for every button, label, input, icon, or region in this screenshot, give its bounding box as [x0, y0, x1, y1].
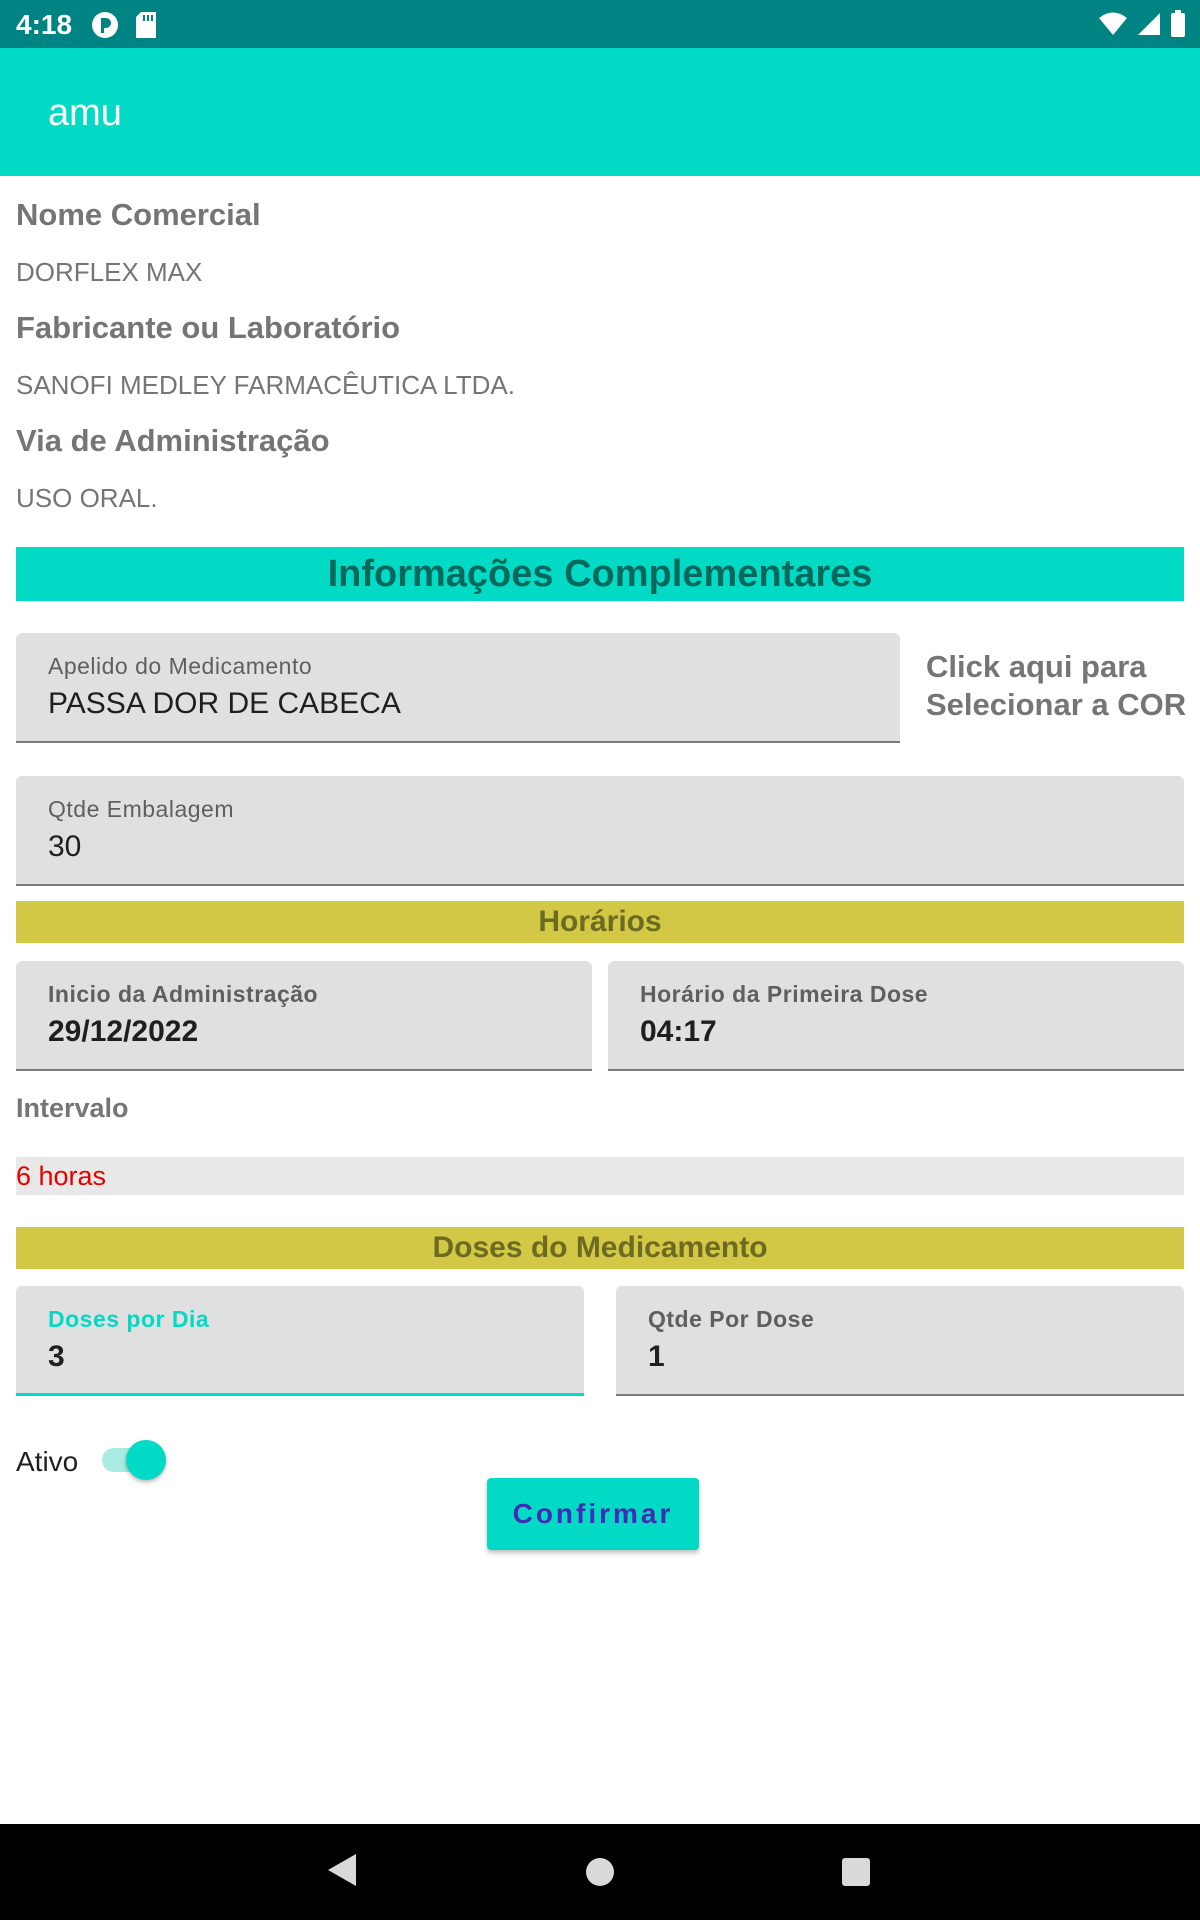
notification-icon	[90, 10, 120, 45]
nickname-label: Apelido do Medicamento	[48, 653, 313, 679]
sd-card-icon	[134, 10, 158, 45]
package-qty-field[interactable]: Qtde Embalagem 30	[16, 776, 1184, 886]
start-date-label: Inicio da Administração	[48, 981, 319, 1007]
confirm-button[interactable]: Confirmar	[487, 1478, 699, 1550]
start-date-field[interactable]: Inicio da Administração 29/12/2022	[16, 961, 592, 1071]
active-label: Ativo	[16, 1446, 79, 1477]
color-picker-text-line1: Click aqui para	[926, 649, 1147, 684]
schedule-section-header: Horários	[16, 901, 1184, 943]
qty-per-dose-input[interactable]: 1	[648, 1340, 665, 1374]
doses-per-day-input[interactable]: 3	[48, 1340, 65, 1374]
nickname-input[interactable]: PASSA DOR DE CABECA	[48, 687, 401, 721]
color-picker-text-line2: Selecionar a COR	[926, 687, 1187, 722]
status-right-icons	[1098, 10, 1186, 43]
qty-per-dose-field[interactable]: Qtde Por Dose 1	[616, 1286, 1184, 1396]
package-qty-input[interactable]: 30	[48, 830, 81, 864]
cell-signal-icon	[1136, 11, 1162, 42]
manufacturer-label: Fabricante ou Laboratório	[16, 310, 401, 345]
home-icon[interactable]	[586, 1858, 614, 1886]
back-icon[interactable]	[326, 1852, 358, 1893]
status-left-icons	[90, 10, 158, 45]
route-label: Via de Administração	[16, 423, 330, 458]
trade-name-label: Nome Comercial	[16, 197, 261, 232]
first-dose-time-label: Horário da Primeira Dose	[640, 981, 929, 1007]
app-bar: amu	[0, 48, 1200, 176]
switch-thumb	[126, 1440, 166, 1480]
color-picker-link[interactable]: Click aqui para Selecionar a COR	[926, 648, 1186, 724]
package-qty-label: Qtde Embalagem	[48, 796, 234, 822]
first-dose-time-input[interactable]: 04:17	[640, 1015, 717, 1049]
doses-per-day-field[interactable]: Doses por Dia 3	[16, 1286, 584, 1396]
trade-name-value: DORFLEX MAX	[16, 257, 203, 287]
doses-per-day-label: Doses por Dia	[48, 1306, 210, 1332]
status-bar: 4:18	[0, 0, 1200, 48]
recents-icon[interactable]	[842, 1858, 870, 1886]
doses-section-header: Doses do Medicamento	[16, 1227, 1184, 1269]
battery-icon	[1170, 10, 1186, 43]
navigation-bar	[0, 1824, 1200, 1920]
complementary-section-header: Informações Complementares	[16, 547, 1184, 601]
interval-selected-value: 6 horas	[16, 1161, 107, 1191]
route-value: USO ORAL.	[16, 483, 158, 513]
manufacturer-value: SANOFI MEDLEY FARMACÊUTICA LTDA.	[16, 370, 515, 400]
interval-dropdown[interactable]: 6 horas	[16, 1157, 1184, 1195]
interval-label: Intervalo	[16, 1093, 129, 1123]
nickname-field[interactable]: Apelido do Medicamento PASSA DOR DE CABE…	[16, 633, 900, 743]
qty-per-dose-label: Qtde Por Dose	[648, 1306, 815, 1332]
wifi-icon	[1098, 11, 1128, 42]
first-dose-time-field[interactable]: Horário da Primeira Dose 04:17	[608, 961, 1184, 1071]
app-title: amu	[48, 92, 122, 134]
start-date-input[interactable]: 29/12/2022	[48, 1015, 198, 1049]
status-time: 4:18	[16, 9, 73, 40]
active-switch[interactable]	[100, 1440, 170, 1480]
